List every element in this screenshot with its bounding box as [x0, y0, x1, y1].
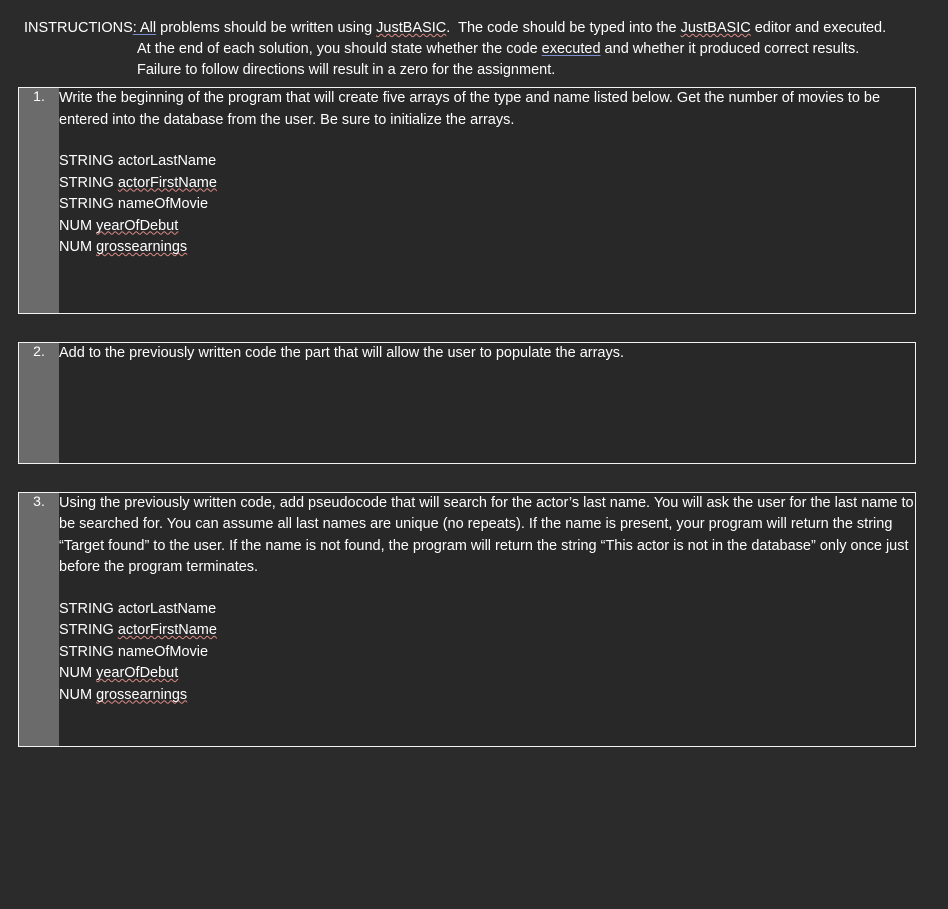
- variable-type: STRING: [59, 622, 114, 638]
- spellcheck-word-justbasic-2: JustBASIC: [680, 20, 751, 36]
- variable-type: NUM: [59, 217, 93, 234]
- instructions-executed-link: executed: [541, 41, 601, 57]
- variable-name: nameOfMovie: [117, 196, 209, 212]
- problem-prompt-2: Add to the previously written code the p…: [59, 343, 915, 365]
- variable-name: actorFirstName: [117, 622, 217, 638]
- instructions-block: INSTRUCTIONS: All problems should be wri…: [0, 0, 948, 87]
- variable-name: yearOfDebut: [96, 217, 179, 234]
- instructions-line-2-a: At the end of each solution, you should …: [137, 41, 542, 57]
- table-row: 3. Using the previously written code, ad…: [18, 492, 916, 747]
- variable-name: actorLastName: [117, 153, 217, 169]
- problem-prompt-text-3: Using the previously written code, add p…: [59, 494, 914, 576]
- problem-answer-cell-2[interactable]: [59, 409, 916, 464]
- instructions-line-2: At the end of each solution, you should …: [24, 39, 924, 60]
- variable-list-1: STRING actorLastName STRING actorFirstNa…: [59, 151, 915, 259]
- problem-prompt-cell-3: Using the previously written code, add p…: [59, 492, 916, 706]
- variable-type: STRING: [59, 600, 114, 617]
- instructions-line-1: INSTRUCTIONS: All problems should be wri…: [24, 18, 924, 39]
- instructions-emphasis: : All: [132, 20, 157, 36]
- problem-answer-cell-3[interactable]: [59, 706, 916, 747]
- instructions-label: INSTRUCTIONS: [24, 20, 133, 36]
- table-row: [19, 259, 916, 314]
- problems-container: 1. Write the beginning of the program th…: [0, 87, 948, 747]
- variable-item: NUM yearOfDebut: [59, 216, 915, 238]
- problem-number-1: 1.: [18, 87, 59, 313]
- table-row: 2. Add to the previously written code th…: [18, 342, 916, 463]
- instructions-line-1-rest: problems should be written using JustBAS…: [156, 20, 886, 36]
- table-row: [19, 706, 916, 747]
- problem-prompt-cell-2: Add to the previously written code the p…: [59, 342, 916, 409]
- problem-number-2: 2.: [18, 342, 59, 463]
- variable-item: STRING nameOfMovie: [59, 642, 915, 664]
- variable-type: STRING: [59, 174, 114, 191]
- instructions-line-2-b: and whether it produced correct results.: [600, 41, 860, 57]
- instructions-line-1-b: . The code should be typed into the: [446, 20, 681, 36]
- variable-item: STRING actorLastName: [59, 599, 915, 621]
- variable-name: grossearnings: [96, 686, 188, 703]
- spellcheck-word-justbasic-1: JustBASIC: [376, 20, 447, 36]
- variable-name: yearOfDebut: [96, 665, 179, 681]
- variable-item: NUM grossearnings: [59, 237, 915, 259]
- problem-table-3: 3. Using the previously written code, ad…: [18, 491, 916, 747]
- variable-item: NUM yearOfDebut: [59, 663, 915, 685]
- variable-type: NUM: [59, 686, 93, 703]
- problem-prompt-cell-1: Write the beginning of the program that …: [59, 88, 916, 259]
- problem-answer-cell-1[interactable]: [59, 259, 916, 314]
- variable-type: NUM: [59, 239, 93, 255]
- variable-item: STRING actorFirstName: [59, 620, 915, 642]
- variable-name: actorLastName: [117, 600, 217, 617]
- instructions-line-3: Failure to follow directions will result…: [137, 62, 556, 78]
- problem-prompt-1: Write the beginning of the program that …: [59, 88, 915, 131]
- variable-type: STRING: [59, 643, 114, 660]
- table-row: 1. Write the beginning of the program th…: [18, 87, 916, 313]
- variable-list-3: STRING actorLastName STRING actorFirstNa…: [59, 599, 915, 707]
- problem-prompt-text-1: Write the beginning of the program that …: [59, 90, 881, 128]
- problem-number-3: 3.: [18, 492, 59, 747]
- instructions-line-1-c: editor and executed.: [750, 20, 887, 36]
- problem-prompt-3: Using the previously written code, add p…: [59, 493, 915, 579]
- variable-item: STRING nameOfMovie: [59, 194, 915, 216]
- variable-name: actorFirstName: [117, 174, 217, 191]
- variable-name: grossearnings: [96, 239, 188, 255]
- problem-table-1: 1. Write the beginning of the program th…: [18, 87, 916, 314]
- problem-prompt-text-2: Add to the previously written code the p…: [59, 344, 625, 361]
- variable-item: STRING actorLastName: [59, 151, 915, 173]
- table-row: [19, 409, 916, 464]
- variable-item: NUM grossearnings: [59, 685, 915, 707]
- instructions-line-1-a: problems should be written using: [156, 20, 377, 36]
- variable-type: STRING: [59, 196, 114, 212]
- variable-type: NUM: [59, 665, 93, 681]
- variable-type: STRING: [59, 153, 114, 169]
- variable-name: nameOfMovie: [117, 643, 209, 660]
- problem-table-2: 2. Add to the previously written code th…: [18, 341, 916, 464]
- variable-item: STRING actorFirstName: [59, 173, 915, 195]
